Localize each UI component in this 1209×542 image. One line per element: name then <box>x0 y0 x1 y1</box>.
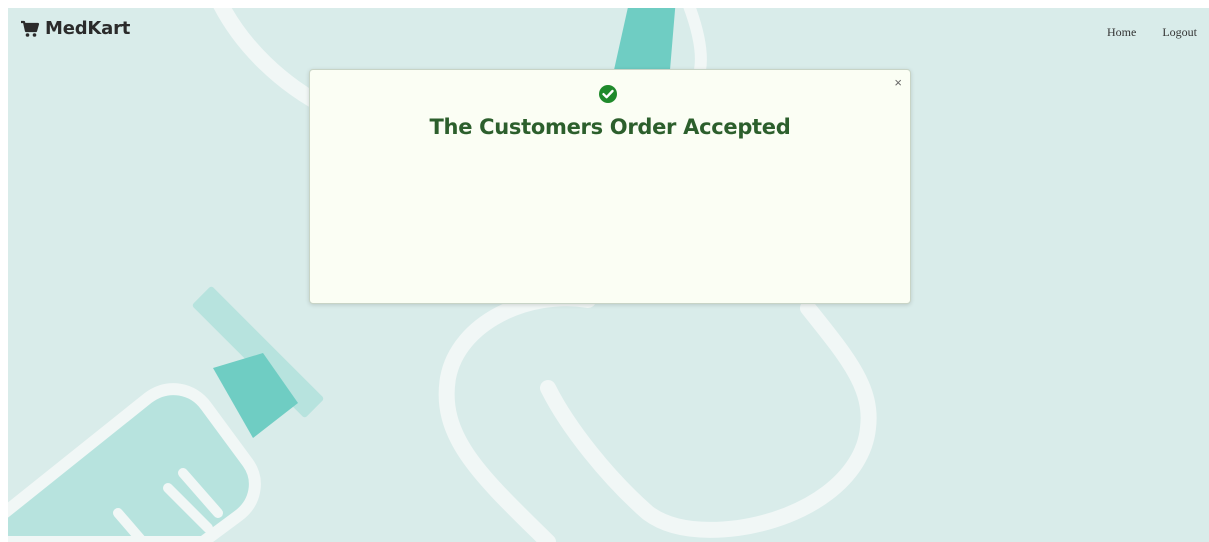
success-modal: × The Customers Order Accepted <box>309 69 911 304</box>
cart-icon <box>21 20 40 37</box>
nav-logout-link[interactable]: Logout <box>1162 25 1197 40</box>
brand-name: MedKart <box>45 18 131 39</box>
bg-loop-shape-right <box>540 300 877 538</box>
brand-link[interactable]: MedKart <box>20 18 130 39</box>
page: MedKart Home Logout × The Customers Orde… <box>8 8 1209 542</box>
check-circle-icon <box>599 85 617 103</box>
nav-home-link[interactable]: Home <box>1107 25 1136 40</box>
close-icon[interactable]: × <box>894 76 902 90</box>
modal-title: The Customers Order Accepted <box>429 115 791 139</box>
nav-links: Home Logout <box>1107 25 1197 40</box>
navbar: MedKart Home Logout <box>8 8 1209 54</box>
bg-syringe-barrel <box>8 383 261 542</box>
